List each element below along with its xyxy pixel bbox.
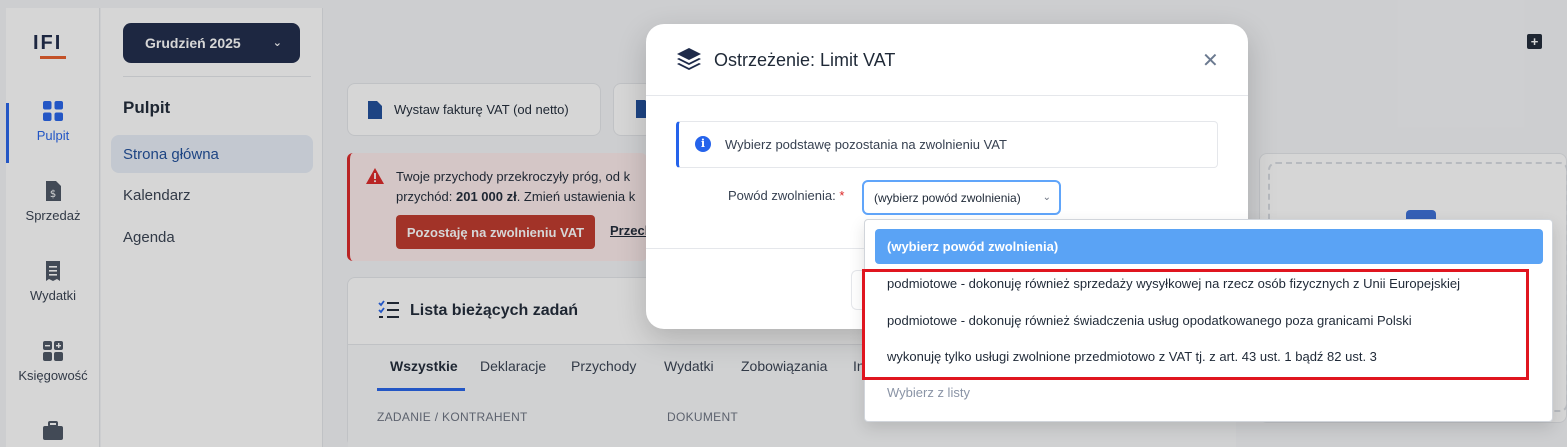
modal-title: Ostrzeżenie: Limit VAT — [714, 50, 896, 70]
layers-icon — [677, 48, 701, 70]
highlight-frame — [862, 269, 1529, 380]
info-text: Wybierz podstawę pozostania na zwolnieni… — [725, 137, 1007, 152]
info-box: i Wybierz podstawę pozostania na zwolnie… — [676, 121, 1218, 168]
modal-header: Ostrzeżenie: Limit VAT ✕ — [646, 24, 1248, 96]
dropdown-option-placeholder[interactable]: (wybierz powód zwolnienia) — [875, 229, 1543, 264]
reason-select-value: (wybierz powód zwolnienia) — [874, 190, 1021, 205]
info-icon: i — [695, 136, 711, 152]
close-icon[interactable]: ✕ — [1202, 48, 1219, 73]
chevron-down-icon: ⌄ — [1042, 192, 1051, 203]
reason-label: Powód zwolnienia: * — [728, 188, 845, 203]
dropdown-option-choose-from-list[interactable]: Wybierz z listy — [875, 375, 1543, 410]
required-mark: * — [839, 188, 845, 203]
reason-select[interactable]: (wybierz powód zwolnienia) ⌄ — [862, 180, 1061, 215]
